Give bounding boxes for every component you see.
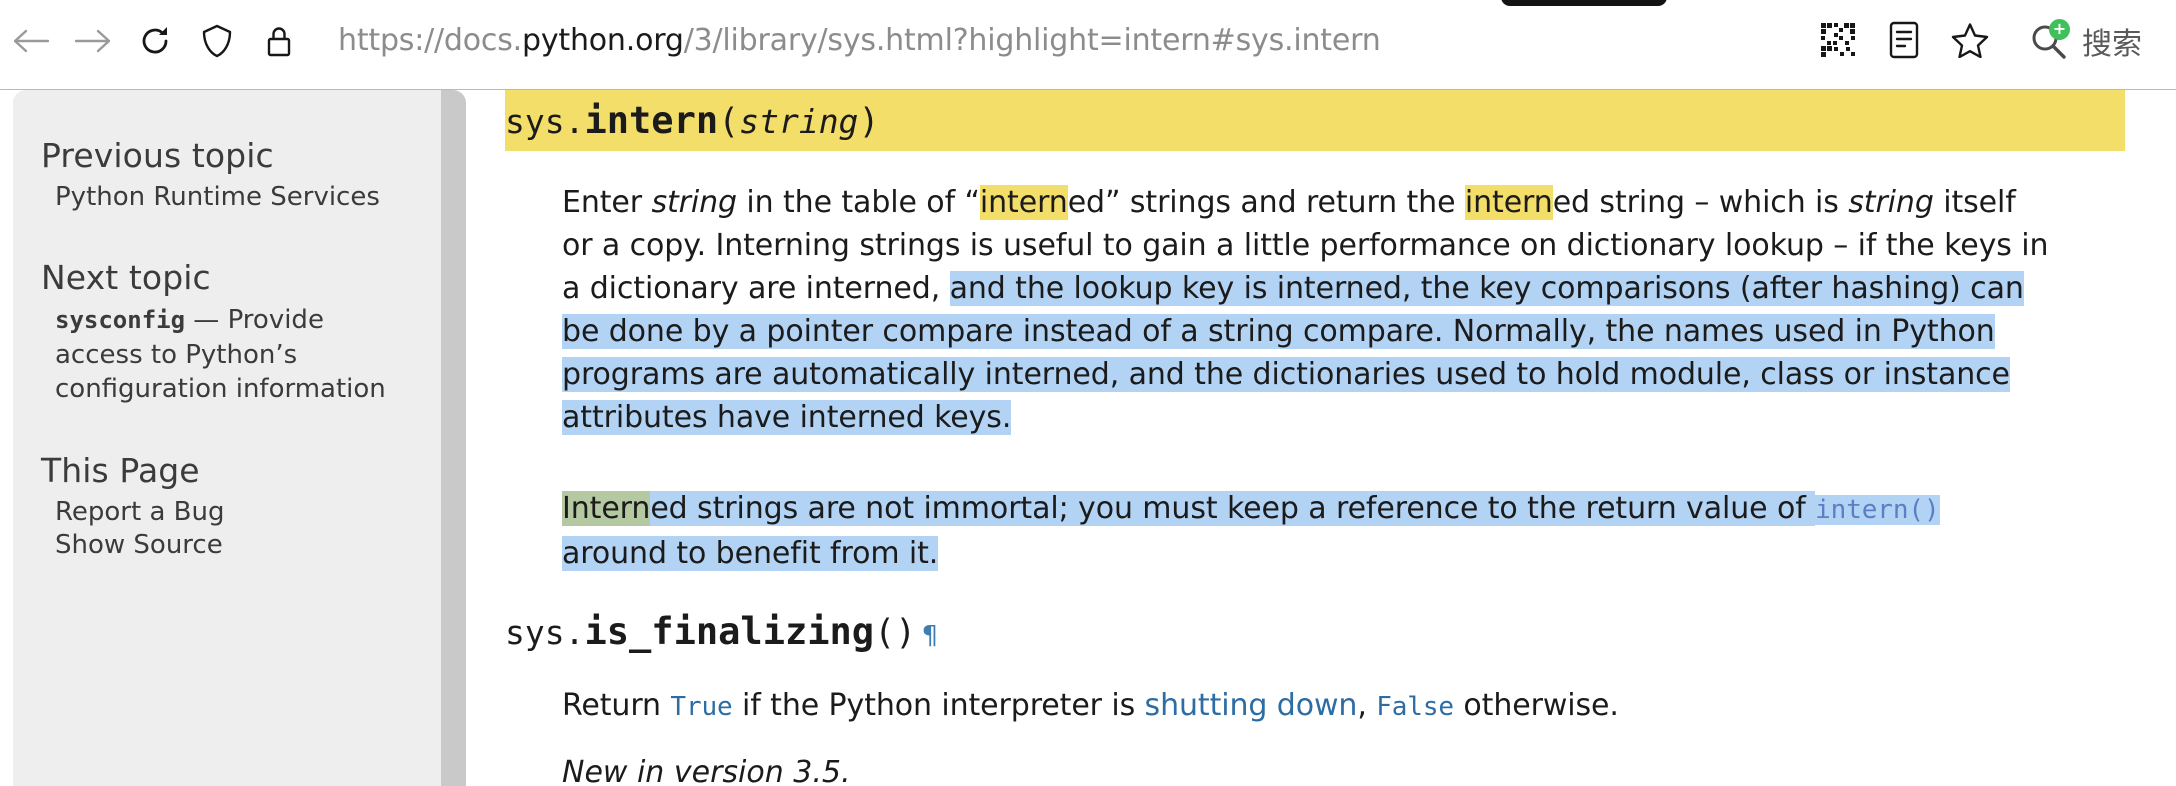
text-segment: ,	[1357, 687, 1377, 723]
plus-badge-icon: +	[2049, 19, 2070, 40]
text-selection: ed strings are not immortal; you must ke…	[650, 490, 1816, 526]
page-viewport: Previous topic Python Runtime Services N…	[0, 90, 2176, 786]
text-segment: in the table of “	[737, 184, 980, 220]
search-highlight: intern	[979, 184, 1068, 220]
lock-icon	[265, 24, 293, 58]
paragraph: Interned strings are not immortal; you m…	[562, 487, 2052, 575]
signature-close-paren: )	[895, 612, 917, 653]
tracking-protection-button[interactable]	[186, 18, 248, 64]
sidebar-link-show-source[interactable]: Show Source	[41, 529, 413, 562]
shield-icon	[202, 24, 232, 58]
sidebar-link-previous-topic[interactable]: Python Runtime Services	[41, 181, 413, 214]
code-link-true[interactable]: True	[670, 692, 732, 722]
search-highlight-selected: Intern	[562, 490, 651, 526]
search-icon: +	[2028, 19, 2070, 61]
browser-toolbar: https://docs.python.org/3/library/sys.ht…	[0, 0, 2176, 90]
arrow-left-icon	[12, 26, 50, 56]
text-segment: if the Python interpreter is	[732, 687, 1145, 723]
sidebar-heading-next-topic: Next topic	[41, 258, 211, 298]
sidebar-block-this-page: This Page Report a Bug Show Source	[41, 451, 413, 563]
text-segment: Enter	[562, 184, 652, 220]
api-signature-sys-intern: sys.intern(string)	[505, 90, 2125, 151]
api-description-sys-is-finalizing: Return True if the Python interpreter is…	[505, 684, 2125, 729]
qr-code-icon	[1820, 22, 1856, 61]
signature-prefix: sys.	[505, 612, 585, 652]
signature-open-paren: (	[718, 102, 740, 142]
reload-button[interactable]	[124, 18, 186, 64]
search-highlight: intern	[1464, 184, 1553, 220]
code-link-intern[interactable]: intern()	[1815, 494, 1940, 525]
signature-prefix: sys.	[505, 102, 585, 141]
url-host: python.org	[522, 23, 684, 58]
star-icon	[1951, 22, 1989, 61]
code-link-false[interactable]: False	[1376, 692, 1454, 722]
main-content: sys.intern(string) Enter string in the t…	[505, 90, 2125, 786]
paragraph: Enter string in the table of “interned” …	[562, 181, 2052, 439]
site-security-button[interactable]	[248, 18, 310, 64]
arrow-right-icon	[74, 26, 112, 56]
anchor-link-icon[interactable]: ¶	[916, 621, 938, 651]
sidebar-heading-this-page: This Page	[41, 451, 200, 490]
navigation-buttons	[0, 18, 310, 64]
back-button[interactable]	[0, 18, 62, 64]
sidebar-block-next-topic: Next topic sysconfig — Provide access to…	[41, 258, 413, 407]
api-signature-sys-is-finalizing: sys.is_finalizing() ¶	[505, 601, 2125, 662]
link-shutting-down[interactable]: shutting down	[1145, 688, 1358, 723]
sidebar: Previous topic Python Runtime Services N…	[13, 90, 466, 786]
search-button-label: 搜索	[2082, 27, 2142, 62]
sidebar-heading-previous-topic: Previous topic	[41, 136, 274, 175]
sidebar-link-report-a-bug[interactable]: Report a Bug	[41, 496, 413, 529]
signature-name: is_finalizing	[584, 609, 875, 653]
signature-name: intern	[584, 99, 719, 142]
sidebar-panel: Previous topic Python Runtime Services N…	[13, 90, 441, 786]
bookmark-button[interactable]	[1942, 13, 1998, 69]
url-prefix: https://docs.	[338, 23, 522, 58]
text-selection: around to benefit from it.	[562, 535, 939, 571]
api-entry-sys-intern: sys.intern(string) Enter string in the t…	[505, 90, 2125, 575]
signature-param: string	[739, 102, 859, 141]
sidebar-next-topic-module: sysconfig	[55, 306, 186, 335]
url-path: /3/library/sys.html?highlight=intern#sys…	[683, 23, 1381, 58]
api-entry-sys-is-finalizing: sys.is_finalizing() ¶ Return True if the …	[505, 601, 2125, 786]
reader-view-button[interactable]	[1876, 13, 1932, 69]
sidebar-block-previous-topic: Previous topic Python Runtime Services	[41, 136, 413, 214]
sidebar-link-next-topic[interactable]: sysconfig — Provide access to Python’s c…	[41, 303, 413, 407]
version-added-note: New in version 3.5.	[562, 754, 851, 786]
text-segment-italic: string	[1848, 184, 1934, 220]
signature-close-paren: )	[858, 102, 880, 142]
text-segment-italic: string	[651, 184, 737, 220]
search-extension-button[interactable]: + 搜索	[2010, 13, 2176, 69]
paragraph: Return True if the Python interpreter is…	[562, 684, 2052, 729]
browser-tab-stub[interactable]	[1501, 0, 1667, 6]
text-segment: ed” strings and return the	[1067, 184, 1465, 220]
text-segment: ed string – which is	[1552, 184, 1849, 220]
text-segment: Return	[562, 687, 671, 723]
signature-open-paren: (	[874, 612, 896, 653]
forward-button[interactable]	[62, 18, 124, 64]
text-segment: otherwise.	[1453, 687, 1619, 723]
reader-view-icon	[1888, 21, 1920, 62]
toolbar-icon-group	[1798, 13, 2010, 69]
reload-icon	[138, 24, 172, 58]
address-bar[interactable]: https://docs.python.org/3/library/sys.ht…	[338, 19, 1381, 63]
toolbar-actions: + 搜索	[1798, 10, 2176, 72]
sidebar-scrollbar[interactable]	[441, 90, 466, 786]
qr-code-button[interactable]	[1810, 13, 1866, 69]
api-description-sys-intern: Enter string in the table of “interned” …	[505, 181, 2125, 575]
